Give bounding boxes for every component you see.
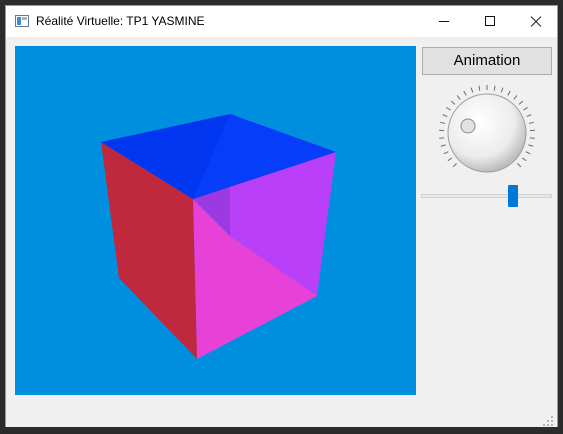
dial-tick <box>523 107 528 111</box>
dial-tick <box>526 114 532 118</box>
dial-graphic <box>439 85 535 173</box>
animation-button[interactable]: Animation <box>422 47 552 75</box>
taskbar-strip <box>0 427 563 434</box>
dial-tick <box>528 121 534 124</box>
dial-tick <box>529 137 535 139</box>
dial-tick <box>528 144 534 147</box>
dial-tick <box>447 157 453 162</box>
dial-tick <box>521 157 527 162</box>
slider-track[interactable] <box>421 194 552 198</box>
dial-tick <box>518 100 524 105</box>
app-window: Réalité Virtuelle: TP1 YASMINE Animation <box>5 5 558 428</box>
dial-knob <box>447 93 527 173</box>
dial-tick <box>452 163 457 168</box>
dial-tick <box>470 87 474 93</box>
dial-tick <box>443 151 449 155</box>
dial-tick <box>500 87 504 93</box>
opengl-viewport[interactable] <box>15 46 416 395</box>
window-title: Réalité Virtuelle: TP1 YASMINE <box>36 14 205 28</box>
dial-tick <box>446 107 451 111</box>
rotation-dial[interactable] <box>434 84 540 184</box>
dial-tick <box>440 121 446 124</box>
dial-tick <box>456 95 461 100</box>
dial-tick <box>478 85 481 91</box>
dial-tick <box>493 85 496 91</box>
dial-tick <box>525 151 531 155</box>
dial-tick <box>463 90 467 96</box>
dial-tick <box>439 137 445 139</box>
dial-notch <box>460 118 476 134</box>
cube-render <box>101 114 336 359</box>
dial-tick <box>450 100 456 105</box>
dial-tick <box>507 90 511 96</box>
dial-tick <box>517 163 522 168</box>
size-grip-icon[interactable] <box>542 412 554 426</box>
title-bar[interactable]: Réalité Virtuelle: TP1 YASMINE <box>6 6 557 37</box>
dial-tick <box>440 144 446 147</box>
minimize-button[interactable] <box>421 6 467 37</box>
close-button[interactable] <box>512 6 558 37</box>
slider-handle[interactable] <box>508 185 519 207</box>
dial-tick <box>442 114 448 118</box>
app-window-icon <box>15 15 29 27</box>
dial-tick <box>513 95 518 100</box>
maximize-button[interactable] <box>467 6 513 37</box>
